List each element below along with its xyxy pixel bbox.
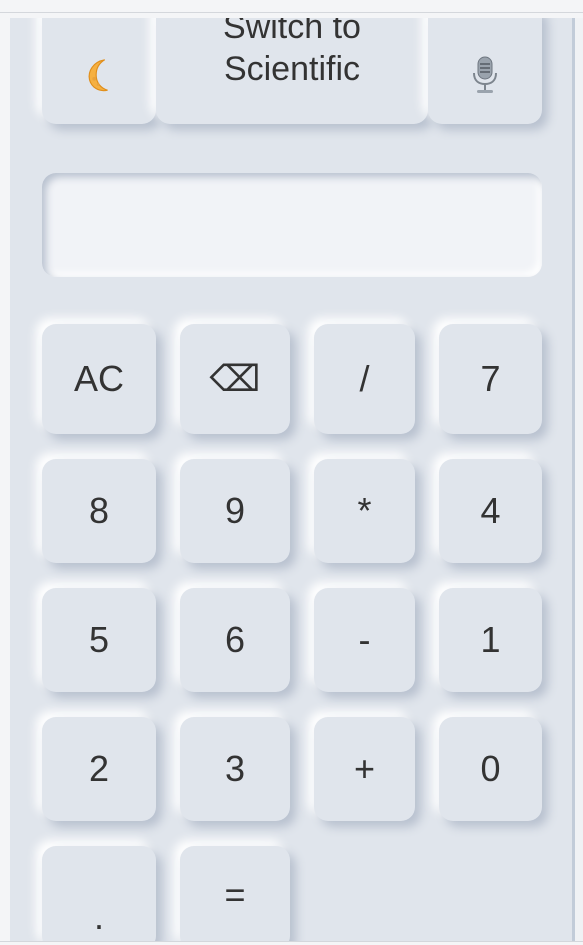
calculator-viewport: Switch to Scientific AC ⌫ / 7 8 9 * 4 5 … [0,0,583,945]
key-2[interactable]: 2 [42,717,156,821]
key-label: 2 [88,748,110,789]
backspace-icon: ⌫ [209,358,261,399]
key-label: . [93,896,104,937]
key-backspace[interactable]: ⌫ [180,324,290,434]
key-label: * [357,490,372,531]
crescent-moon-icon [80,56,118,94]
key-label: + [353,748,376,789]
key-multiply[interactable]: * [314,459,415,563]
key-4[interactable]: 4 [439,459,542,563]
key-subtract[interactable]: - [314,588,415,692]
key-5[interactable]: 5 [42,588,156,692]
key-label: 4 [480,490,501,531]
theme-toggle-button[interactable] [42,18,156,124]
bottom-divider [0,941,583,942]
key-decimal[interactable]: . [42,846,156,941]
key-label: 7 [480,358,501,399]
key-label: / [359,358,370,399]
calculator-panel: Switch to Scientific AC ⌫ / 7 8 9 * 4 5 … [10,18,572,941]
calculator-display [42,173,542,277]
key-9[interactable]: 9 [180,459,290,563]
microphone-icon [470,55,500,95]
key-equals[interactable]: = [180,846,290,941]
key-label: 3 [224,748,246,789]
key-1[interactable]: 1 [439,588,542,692]
key-label: 5 [88,619,110,660]
switch-mode-label: Switch to Scientific [223,18,361,88]
key-clear[interactable]: AC [42,324,156,434]
key-8[interactable]: 8 [42,459,156,563]
key-label: = [224,874,246,915]
key-3[interactable]: 3 [180,717,290,821]
key-label: 0 [480,748,501,789]
key-label: 6 [224,619,246,660]
key-label: 9 [224,490,246,531]
switch-to-scientific-button[interactable]: Switch to Scientific [156,18,428,124]
key-7[interactable]: 7 [439,324,542,434]
key-label: - [358,619,371,660]
key-6[interactable]: 6 [180,588,290,692]
key-label: AC [73,358,124,399]
key-0[interactable]: 0 [439,717,542,821]
key-label: 8 [88,490,110,531]
panel-edge [572,18,583,941]
key-add[interactable]: + [314,717,415,821]
top-divider [0,12,583,13]
key-label: 1 [480,619,501,660]
key-divide[interactable]: / [314,324,415,434]
voice-input-button[interactable] [428,18,542,124]
